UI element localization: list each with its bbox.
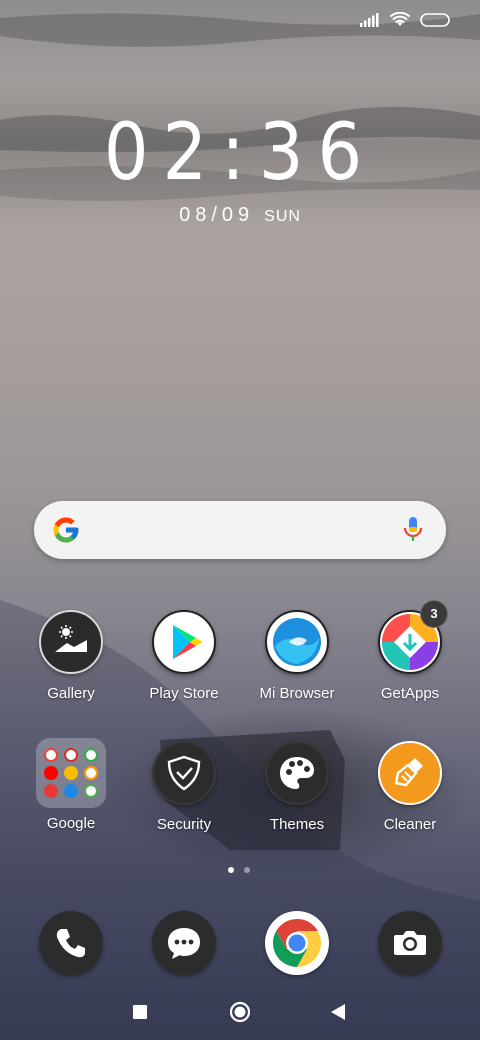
date-text: 08/09 (179, 204, 255, 226)
wifi-icon (390, 12, 410, 26)
camera-icon (378, 911, 442, 975)
folder-google[interactable]: Google (16, 738, 126, 832)
app-label-getapps: GetApps (380, 685, 440, 702)
app-security[interactable]: Security (129, 741, 239, 833)
getapps-icon: 3 (378, 600, 448, 674)
app-label-gallery: Gallery (47, 685, 95, 702)
app-label-play-store: Play Store (149, 685, 219, 702)
app-label-mi-browser: Mi Browser (259, 685, 335, 702)
security-shield-icon (152, 741, 216, 805)
app-label-themes: Themes (269, 816, 325, 833)
themes-palette-icon (265, 741, 329, 805)
microphone-icon[interactable] (402, 516, 424, 544)
page-dot-2[interactable] (244, 867, 250, 873)
google-folder-icon (36, 738, 106, 808)
app-play-store[interactable]: Play Store (129, 610, 239, 702)
notification-badge: 3 (420, 600, 448, 628)
navigation-bar (0, 1000, 480, 1024)
battery-icon (420, 13, 450, 27)
dock-messages[interactable] (129, 911, 239, 975)
messages-icon (152, 911, 216, 975)
app-themes[interactable]: Themes (242, 741, 352, 833)
app-label-google: Google (46, 815, 96, 832)
clock-time[interactable]: 02:36 (0, 108, 480, 198)
day-of-week: SUN (264, 208, 301, 225)
app-getapps[interactable]: 3 GetApps (355, 600, 465, 702)
status-bar (360, 12, 452, 28)
cleaner-brush-icon (378, 741, 442, 805)
app-gallery[interactable]: Gallery (16, 610, 126, 702)
app-label-security: Security (156, 816, 212, 833)
dock-camera[interactable] (355, 911, 465, 975)
chrome-icon (265, 911, 329, 975)
phone-icon (39, 911, 103, 975)
google-g-icon (53, 517, 79, 543)
app-cleaner[interactable]: Cleaner (355, 741, 465, 833)
clock-date[interactable]: 08/09 SUN (0, 204, 480, 227)
back-icon[interactable] (331, 1004, 345, 1020)
play-store-icon (152, 610, 216, 674)
gallery-icon (39, 610, 103, 674)
recents-icon[interactable] (133, 1005, 147, 1019)
page-dot-1[interactable] (228, 867, 234, 873)
dock-phone[interactable] (16, 911, 126, 975)
app-label-cleaner: Cleaner (383, 816, 437, 833)
signal-icon (360, 13, 379, 27)
page-indicator[interactable] (228, 867, 250, 873)
mi-browser-icon (265, 610, 329, 674)
dock-chrome[interactable] (242, 911, 352, 975)
app-mi-browser[interactable]: Mi Browser (242, 610, 352, 702)
google-search-bar[interactable] (34, 501, 446, 559)
